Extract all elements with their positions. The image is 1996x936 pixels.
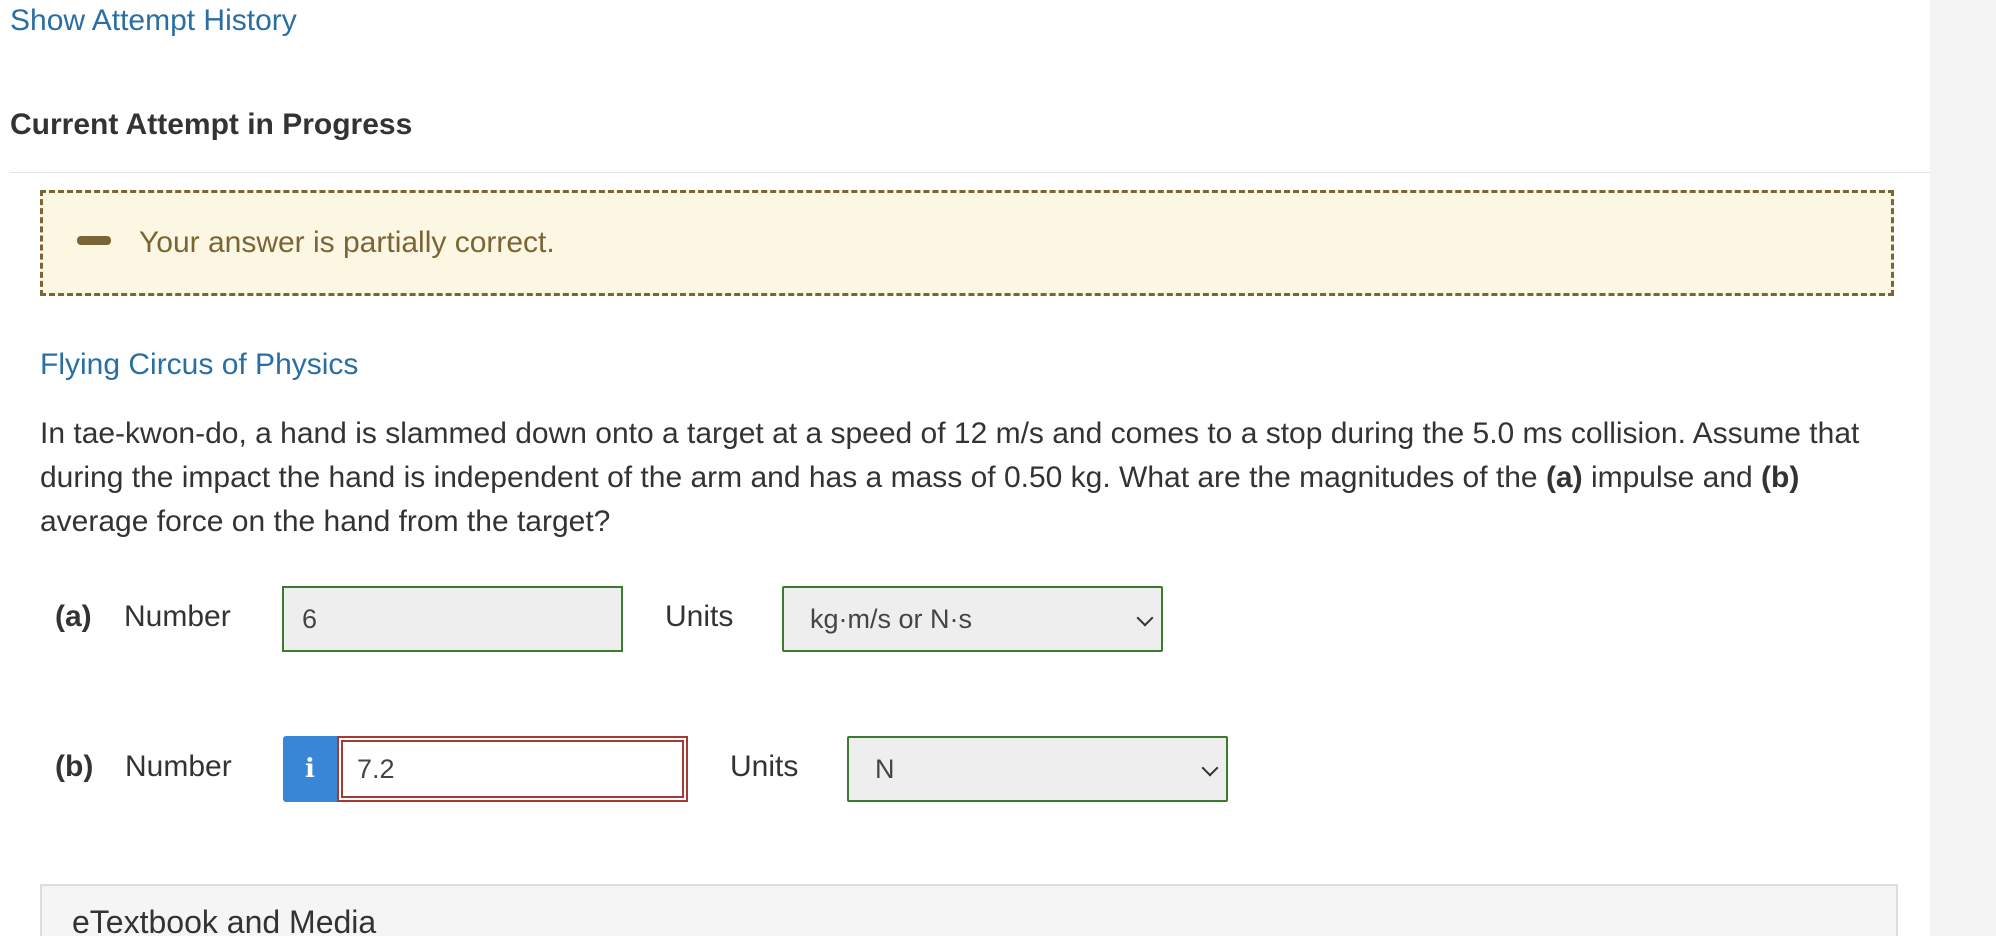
section-divider xyxy=(10,172,1930,173)
minus-icon xyxy=(77,236,111,245)
answer-row-b: (b) Number i Units N xyxy=(0,736,1260,802)
part-a-units-value: kg·m/s or N·s xyxy=(810,604,972,634)
assignment-page: Show Attempt History Current Attempt in … xyxy=(0,0,1930,936)
part-b-label: (b) xyxy=(55,750,94,783)
feedback-banner: Your answer is partially correct. xyxy=(40,190,1894,296)
etextbook-title: eTextbook and Media xyxy=(72,904,377,936)
part-b-marker: (b) xyxy=(1761,461,1800,494)
part-a-units-select[interactable]: kg·m/s or N·s xyxy=(782,586,1163,652)
part-b-units-value: N xyxy=(875,754,895,784)
show-attempt-history-link[interactable]: Show Attempt History xyxy=(10,4,297,38)
right-gutter xyxy=(1930,0,1996,936)
question-text: In tae-kwon-do, a hand is slammed down o… xyxy=(40,412,1900,544)
part-a-label: (a) xyxy=(55,600,92,633)
feedback-text: Your answer is partially correct. xyxy=(139,226,555,259)
part-a-number-input[interactable] xyxy=(282,586,623,652)
part-a-units-label: Units xyxy=(665,600,734,633)
answer-row-a: (a) Number Units kg·m/s or N·s xyxy=(0,586,1200,652)
info-icon[interactable]: i xyxy=(283,736,337,802)
chevron-down-icon xyxy=(1136,609,1154,627)
part-b-units-select[interactable]: N xyxy=(847,736,1228,802)
current-attempt-title: Current Attempt in Progress xyxy=(10,108,413,141)
question-source-link[interactable]: Flying Circus of Physics xyxy=(40,348,358,382)
part-b-number-label: Number xyxy=(125,750,232,783)
part-b-units-label: Units xyxy=(730,750,799,783)
chevron-down-icon xyxy=(1201,759,1219,777)
etextbook-panel[interactable]: eTextbook and Media xyxy=(40,884,1898,936)
question-text-part-3: average force on the hand from the targe… xyxy=(40,505,611,538)
part-a-number-label: Number xyxy=(124,600,231,633)
part-b-number-input[interactable] xyxy=(337,736,688,802)
part-a-marker: (a) xyxy=(1545,461,1583,494)
question-text-part-2: impulse and xyxy=(1582,461,1762,494)
